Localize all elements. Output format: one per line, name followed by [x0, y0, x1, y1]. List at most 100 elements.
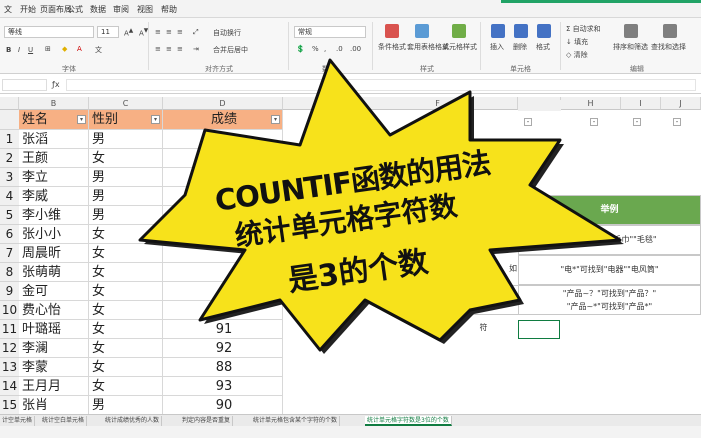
score-cell[interactable] [163, 282, 283, 301]
fill-color-icon[interactable]: ◆ [62, 45, 67, 53]
sheet-tab[interactable]: 判定内容是否重复 [180, 416, 234, 426]
name-cell[interactable]: 周晨昕 [19, 244, 89, 263]
select-all-corner[interactable] [0, 97, 19, 110]
column-header-i[interactable]: I [621, 97, 661, 110]
percent-icon[interactable]: % [312, 45, 319, 53]
gender-cell[interactable]: 女 [89, 339, 163, 358]
wrap-text-button[interactable]: 自动换行 [213, 28, 241, 38]
score-cell[interactable]: 91 [163, 320, 283, 339]
font-size-select[interactable]: 11 [97, 26, 119, 38]
insert-icon[interactable] [491, 24, 505, 38]
increase-font-icon[interactable]: A▲ [124, 28, 133, 37]
row-header[interactable]: 13 [0, 358, 19, 377]
column-header-c[interactable]: C [89, 97, 163, 110]
header-cell-score[interactable]: 成绩 ▾ [163, 110, 283, 130]
score-cell[interactable] [163, 301, 283, 320]
gender-cell[interactable]: 男 [89, 130, 163, 149]
name-cell[interactable]: 李澜 [19, 339, 89, 358]
header-cell-gender[interactable]: 性别 ▾ [89, 110, 163, 130]
gender-cell[interactable]: 女 [89, 301, 163, 320]
name-cell[interactable]: 张肖 [19, 396, 89, 415]
name-cell[interactable]: 张小小 [19, 225, 89, 244]
gender-cell[interactable]: 男 [89, 187, 163, 206]
row-header[interactable]: 8 [0, 263, 19, 282]
gender-cell[interactable]: 女 [89, 149, 163, 168]
currency-icon[interactable]: 💲 [296, 45, 305, 53]
header-cell-name[interactable]: 姓名 ▾ [19, 110, 89, 130]
column-header-h[interactable]: H [561, 97, 621, 110]
orientation-icon[interactable]: ⤢ [193, 28, 199, 37]
sheet-tab[interactable]: 计空单元格 [0, 416, 36, 426]
formula-input[interactable] [66, 79, 696, 91]
name-cell[interactable]: 王月月 [19, 377, 89, 396]
phonetic-icon[interactable]: 文 [95, 45, 102, 55]
name-cell[interactable]: 费心怡 [19, 301, 89, 320]
delete-icon[interactable] [514, 24, 528, 38]
sheet-tab[interactable]: 统计空白单元格 [40, 416, 88, 426]
fx-icon[interactable]: ƒx [52, 80, 60, 89]
name-cell[interactable]: 金可 [19, 282, 89, 301]
indent-icon[interactable]: ⇥ [193, 45, 199, 53]
name-cell[interactable]: 李蒙 [19, 358, 89, 377]
italic-icon[interactable]: I [18, 46, 20, 54]
tab-data[interactable]: 数据 [90, 4, 106, 15]
column-header-f[interactable]: F [358, 97, 518, 110]
delete-button[interactable]: 删除 [513, 42, 527, 52]
sort-filter-button[interactable]: 排序和筛选 [613, 42, 648, 52]
font-name-select[interactable]: 等线 [4, 26, 94, 38]
name-box[interactable] [2, 79, 47, 91]
align-left-icon[interactable]: ≡ [155, 45, 161, 53]
tab-help[interactable]: 帮助 [161, 4, 177, 15]
score-cell[interactable] [163, 149, 283, 168]
sheet-tab-active[interactable]: 统计单元格字符数是3位的个数 [365, 416, 452, 426]
name-cell[interactable]: 王颜 [19, 149, 89, 168]
align-center-icon[interactable]: ≡ [166, 45, 172, 53]
collapse-icon[interactable]: - [524, 118, 532, 126]
row-header[interactable]: 9 [0, 282, 19, 301]
align-bottom-icon[interactable]: ≡ [177, 28, 183, 36]
format-button[interactable]: 格式 [536, 42, 550, 52]
merge-center-button[interactable]: 合并后居中 [213, 45, 248, 55]
bold-icon[interactable]: B [6, 46, 11, 54]
collapse-icon[interactable]: - [673, 118, 681, 126]
row-header-blank[interactable] [0, 110, 19, 130]
column-header-b[interactable]: B [19, 97, 89, 110]
sort-filter-icon[interactable] [624, 24, 638, 38]
comma-icon[interactable]: , [324, 45, 326, 53]
name-cell[interactable]: 李立 [19, 168, 89, 187]
border-icon[interactable]: ⊞ [45, 45, 51, 53]
underline-icon[interactable]: U [28, 46, 33, 54]
increase-decimal-icon[interactable]: .0 [336, 45, 343, 53]
conditional-format-button[interactable]: 条件格式 [378, 42, 406, 52]
selected-cell[interactable] [518, 320, 560, 339]
name-cell[interactable]: 李小维 [19, 206, 89, 225]
number-format-select[interactable]: 常规 [294, 26, 366, 38]
column-header-d[interactable]: D [163, 97, 283, 110]
tab-view[interactable]: 视图 [137, 4, 153, 15]
filter-dropdown-icon[interactable]: ▾ [271, 115, 280, 124]
gender-cell[interactable]: 男 [89, 206, 163, 225]
insert-button[interactable]: 插入 [490, 42, 504, 52]
cell-styles-icon[interactable] [452, 24, 466, 38]
format-icon[interactable] [537, 24, 551, 38]
collapse-icon[interactable]: - [633, 118, 641, 126]
row-header[interactable]: 11 [0, 320, 19, 339]
tab-formulas[interactable]: 公式 [67, 4, 83, 15]
find-select-icon[interactable] [663, 24, 677, 38]
gender-cell[interactable]: 女 [89, 377, 163, 396]
name-cell[interactable]: 张萌萌 [19, 263, 89, 282]
row-header[interactable]: 1 [0, 130, 19, 149]
score-cell[interactable]: 92 [163, 339, 283, 358]
autosum-button[interactable]: Σ 自动求和 [566, 24, 601, 34]
cell-styles-button[interactable]: 单元格样式 [442, 42, 477, 52]
fill-button[interactable]: ↓ 填充 [566, 37, 588, 47]
gender-cell[interactable]: 男 [89, 168, 163, 187]
gender-cell[interactable]: 女 [89, 263, 163, 282]
filter-dropdown-icon[interactable]: ▾ [151, 115, 160, 124]
partial-label-cell[interactable]: 通配符转为普通字符 [448, 285, 518, 332]
row-header[interactable]: 6 [0, 225, 19, 244]
gender-cell[interactable]: 女 [89, 358, 163, 377]
find-select-button[interactable]: 查找和选择 [651, 42, 686, 52]
filter-dropdown-icon[interactable]: ▾ [77, 115, 86, 124]
align-right-icon[interactable]: ≡ [177, 45, 183, 53]
